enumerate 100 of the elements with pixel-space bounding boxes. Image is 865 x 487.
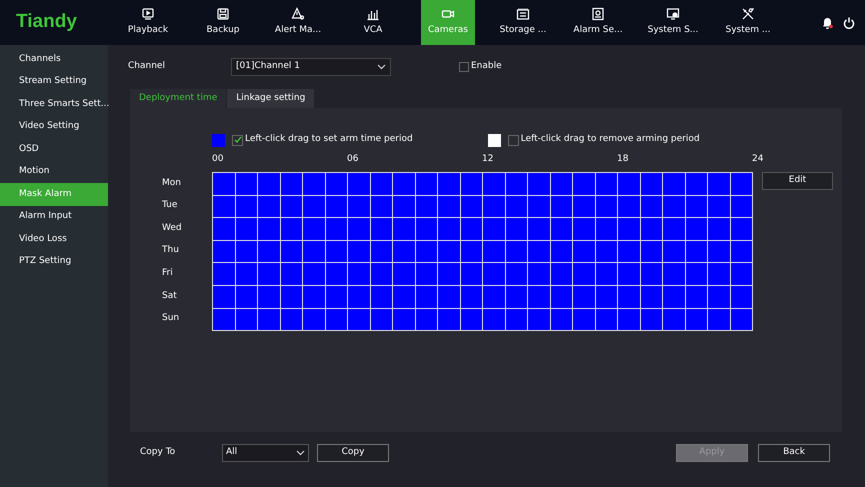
schedule-cell[interactable] [326, 173, 348, 196]
schedule-cell[interactable] [596, 308, 618, 332]
nav-tab[interactable]: Storage ... [496, 0, 550, 45]
schedule-cell[interactable] [730, 308, 753, 332]
schedule-cell[interactable] [460, 196, 483, 218]
schedule-cell[interactable] [618, 286, 640, 309]
schedule-cell[interactable] [213, 240, 236, 264]
copy-button[interactable]: Copy [317, 444, 389, 462]
schedule-cell[interactable] [280, 286, 303, 309]
schedule-cell[interactable] [416, 218, 438, 241]
schedule-cell[interactable] [528, 173, 550, 196]
schedule-cell[interactable] [326, 308, 348, 332]
schedule-cell[interactable] [483, 263, 506, 286]
schedule-cell[interactable] [393, 218, 416, 241]
schedule-cell[interactable] [506, 196, 528, 218]
schedule-cell[interactable] [730, 263, 753, 286]
schedule-cell[interactable] [303, 218, 326, 241]
power-icon[interactable] [843, 16, 855, 28]
schedule-cell[interactable] [483, 173, 506, 196]
schedule-cell[interactable] [550, 173, 573, 196]
schedule-cell[interactable] [618, 218, 640, 241]
schedule-cell[interactable] [663, 240, 686, 264]
schedule-cell[interactable] [708, 263, 730, 286]
schedule-cell[interactable] [416, 263, 438, 286]
schedule-cell[interactable] [506, 173, 528, 196]
schedule-cell[interactable] [640, 196, 663, 218]
schedule-cell[interactable] [460, 308, 483, 332]
schedule-cell[interactable] [528, 196, 550, 218]
schedule-cell[interactable] [730, 240, 753, 264]
sidebar-item[interactable]: Video Loss [0, 228, 108, 250]
schedule-cell[interactable] [258, 286, 280, 309]
schedule-cell[interactable] [438, 218, 460, 241]
schedule-cell[interactable] [258, 173, 280, 196]
schedule-cell[interactable] [438, 286, 460, 309]
schedule-cell[interactable] [730, 218, 753, 241]
nav-tab[interactable]: Alarm Se... [571, 0, 625, 45]
schedule-cell[interactable] [618, 196, 640, 218]
schedule-cell[interactable] [280, 308, 303, 332]
schedule-cell[interactable] [550, 240, 573, 264]
schedule-cell[interactable] [640, 173, 663, 196]
schedule-cell[interactable] [550, 308, 573, 332]
schedule-cell[interactable] [213, 173, 236, 196]
schedule-cell[interactable] [303, 196, 326, 218]
schedule-cell[interactable] [528, 308, 550, 332]
schedule-cell[interactable] [596, 173, 618, 196]
schedule-cell[interactable] [573, 308, 596, 332]
schedule-cell[interactable] [663, 173, 686, 196]
channel-select[interactable]: [01]Channel 1 [231, 58, 391, 76]
schedule-cell[interactable] [258, 218, 280, 241]
schedule-cell[interactable] [708, 308, 730, 332]
schedule-cell[interactable] [438, 308, 460, 332]
schedule-cell[interactable] [483, 240, 506, 264]
bell-icon[interactable] [822, 16, 833, 28]
sidebar-item[interactable]: Stream Setting [0, 70, 108, 93]
schedule-cell[interactable] [348, 218, 370, 241]
schedule-cell[interactable] [303, 286, 326, 309]
schedule-cell[interactable] [686, 173, 708, 196]
schedule-cell[interactable] [370, 263, 393, 286]
schedule-cell[interactable] [348, 173, 370, 196]
schedule-cell[interactable] [663, 263, 686, 286]
schedule-cell[interactable] [438, 263, 460, 286]
schedule-cell[interactable] [730, 196, 753, 218]
schedule-cell[interactable] [280, 263, 303, 286]
schedule-cell[interactable] [618, 240, 640, 264]
schedule-cell[interactable] [686, 308, 708, 332]
enable-checkbox[interactable] [459, 62, 469, 72]
sidebar-item[interactable]: Video Setting [0, 116, 108, 138]
schedule-cell[interactable] [708, 218, 730, 241]
schedule-cell[interactable] [236, 286, 258, 309]
schedule-cell[interactable] [573, 196, 596, 218]
schedule-cell[interactable] [416, 240, 438, 264]
schedule-cell[interactable] [438, 173, 460, 196]
schedule-cell[interactable] [640, 218, 663, 241]
schedule-cell[interactable] [618, 263, 640, 286]
schedule-cell[interactable] [280, 173, 303, 196]
schedule-cell[interactable] [506, 308, 528, 332]
schedule-cell[interactable] [213, 218, 236, 241]
schedule-cell[interactable] [438, 240, 460, 264]
schedule-cell[interactable] [460, 240, 483, 264]
schedule-cell[interactable] [348, 240, 370, 264]
schedule-cell[interactable] [708, 173, 730, 196]
schedule-cell[interactable] [236, 308, 258, 332]
schedule-cell[interactable] [663, 308, 686, 332]
edit-button[interactable]: Edit [762, 172, 833, 190]
schedule-cell[interactable] [393, 308, 416, 332]
tab[interactable]: Deployment time [130, 89, 226, 108]
schedule-cell[interactable] [326, 286, 348, 309]
schedule-cell[interactable] [348, 196, 370, 218]
schedule-cell[interactable] [303, 240, 326, 264]
schedule-cell[interactable] [236, 218, 258, 241]
sidebar-item[interactable]: Alarm Input [0, 206, 108, 228]
schedule-cell[interactable] [596, 218, 618, 241]
schedule-cell[interactable] [686, 286, 708, 309]
schedule-cell[interactable] [686, 240, 708, 264]
schedule-cell[interactable] [393, 286, 416, 309]
schedule-cell[interactable] [550, 196, 573, 218]
schedule-cell[interactable] [280, 196, 303, 218]
schedule-cell[interactable] [573, 173, 596, 196]
schedule-cell[interactable] [213, 263, 236, 286]
tab[interactable]: Linkage setting [227, 89, 314, 108]
